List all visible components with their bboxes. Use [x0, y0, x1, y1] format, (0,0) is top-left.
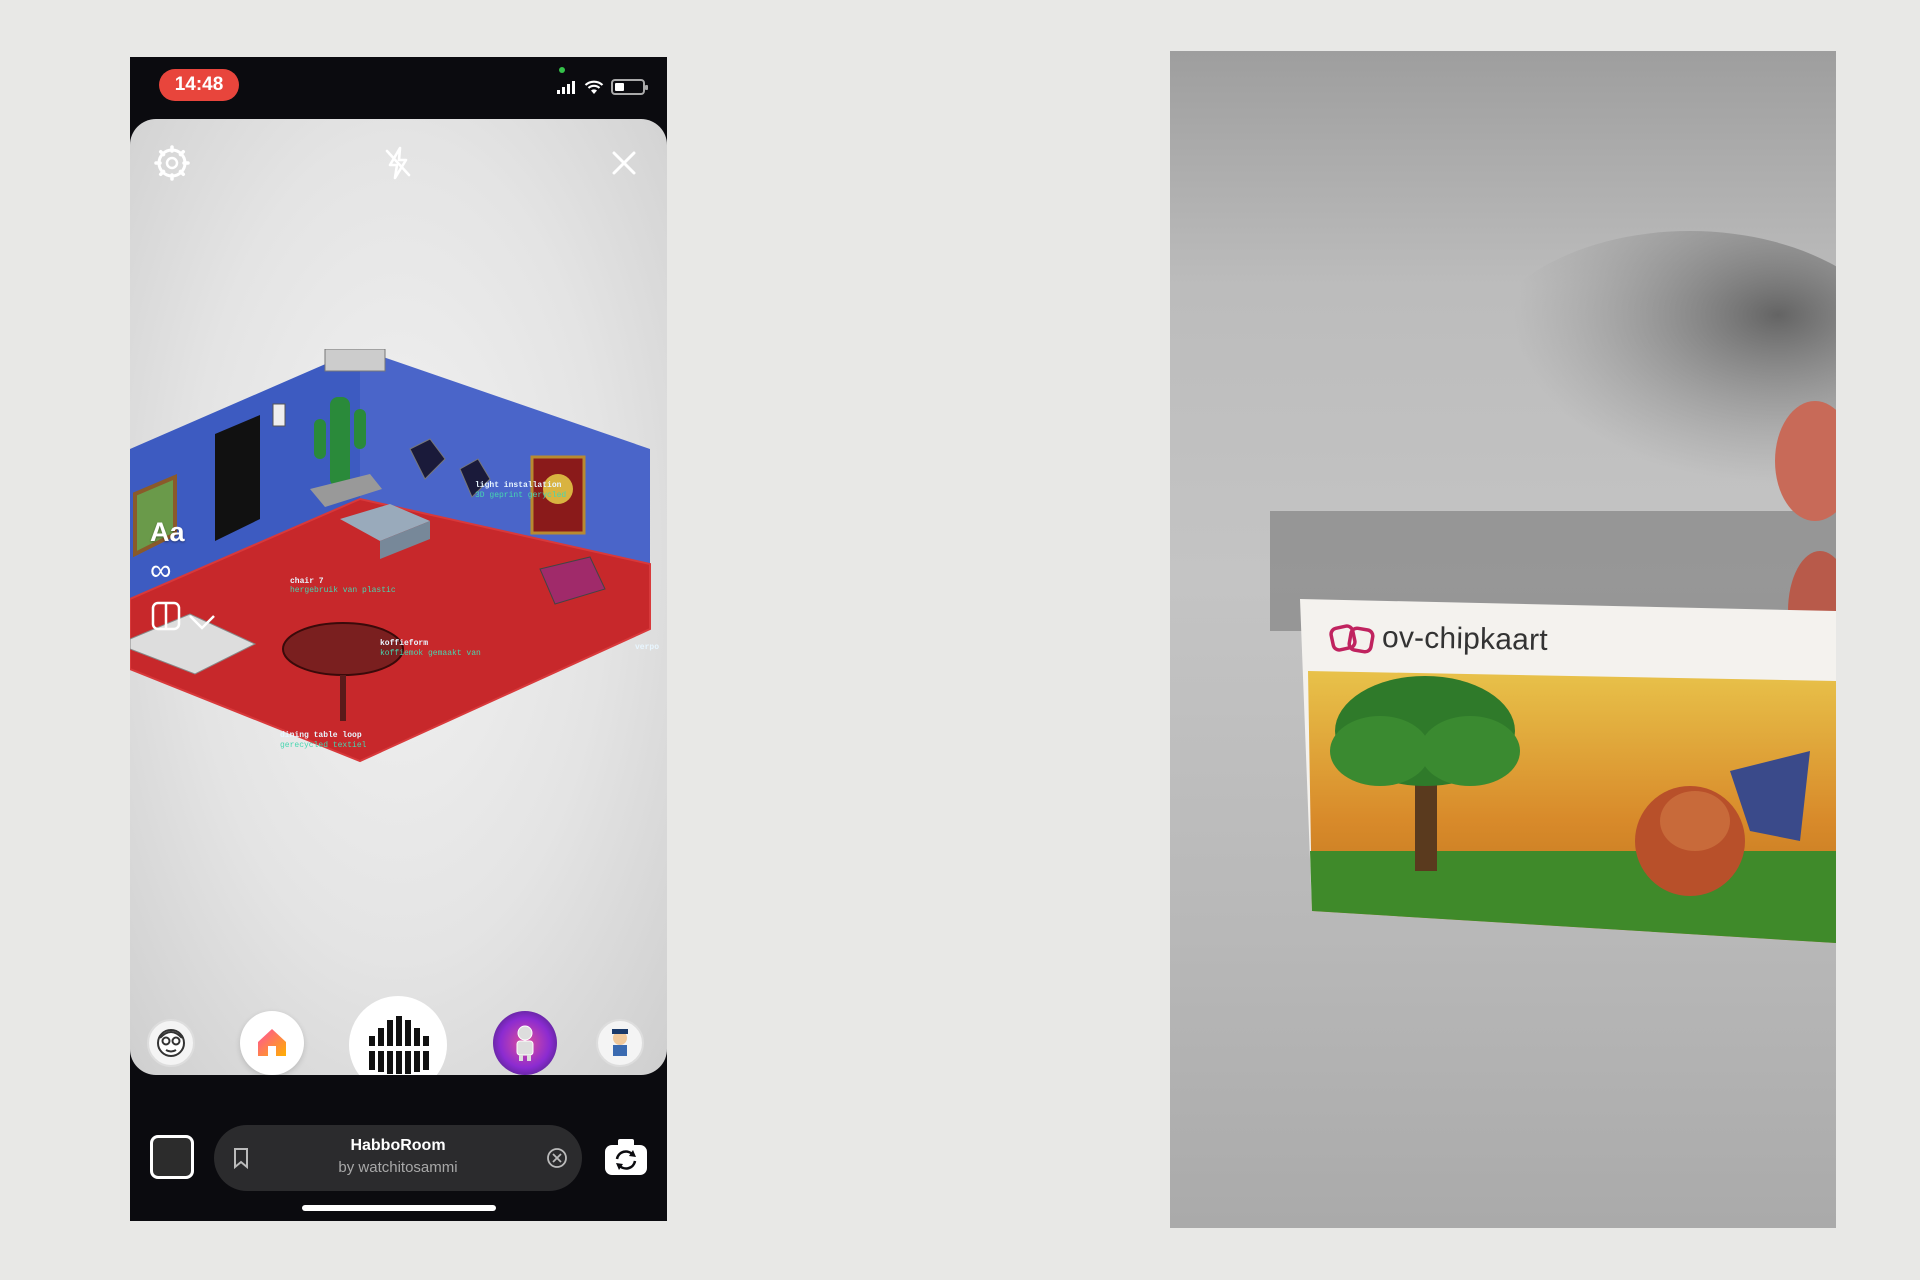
character-lens[interactable]	[596, 1019, 644, 1067]
home-icon	[258, 1029, 286, 1056]
svg-text:chair 7: chair 7	[290, 577, 324, 586]
layout-icon[interactable]	[150, 600, 182, 632]
card-photo: ov-chipkaart	[1170, 51, 1836, 1228]
side-tools: Aa ∞	[150, 517, 218, 637]
capture-button[interactable]	[349, 996, 447, 1075]
home-lens[interactable]	[240, 1011, 304, 1075]
status-bar: 14:48	[130, 57, 667, 119]
clear-icon[interactable]	[546, 1147, 568, 1169]
robot-lens[interactable]	[493, 1011, 557, 1075]
flip-camera-icon[interactable]	[603, 1137, 649, 1177]
svg-text:3D geprint gerycled: 3D geprint gerycled	[475, 491, 566, 500]
face-avatar-lens[interactable]	[147, 1019, 195, 1067]
svg-text:koffieform: koffieform	[380, 639, 428, 648]
boomerang-button[interactable]: ∞	[150, 556, 218, 586]
battery-icon	[611, 79, 648, 95]
face-icon	[157, 1029, 185, 1057]
svg-text:verpo: verpo	[635, 643, 659, 652]
effect-name: HabboRoom	[350, 1137, 446, 1154]
gallery-thumbnail[interactable]	[150, 1135, 194, 1179]
svg-text:koffiemok gemaakt van: koffiemok gemaakt van	[380, 649, 481, 658]
character-icon	[612, 1029, 628, 1056]
settings-icon[interactable]	[152, 143, 192, 183]
svg-text:light installation: light installation	[475, 481, 562, 490]
flash-off-icon[interactable]	[378, 143, 418, 183]
wifi-icon	[584, 80, 604, 94]
svg-text:gerecycled textiel: gerecycled textiel	[280, 741, 367, 750]
ar-camera-view[interactable]: chair 7 koffieform dining table loop lig…	[130, 119, 667, 1075]
effect-info-pill[interactable]: HabboRoom by watchitosammi	[214, 1125, 582, 1191]
effect-author: by watchitosammi	[338, 1159, 458, 1176]
habbo-room-effect-icon	[360, 1007, 436, 1075]
home-indicator	[302, 1205, 496, 1211]
bottom-bar: HabboRoom by watchitosammi	[130, 1107, 667, 1197]
card-label: ov-chipkaart	[1381, 621, 1549, 657]
cellular-signal-icon	[557, 81, 575, 94]
status-icons	[557, 79, 648, 95]
text-tool-button[interactable]: Aa	[150, 517, 218, 548]
status-time: 14:48	[159, 69, 239, 101]
close-icon[interactable]	[604, 143, 644, 183]
screen: 14:48 chair 7 koffieform dining table lo…	[0, 0, 1920, 1280]
svg-text:hergebruik van plastic: hergebruik van plastic	[290, 586, 396, 595]
chevron-down-icon[interactable]	[186, 612, 218, 632]
robot-icon	[516, 1025, 534, 1061]
camera-indicator-dot	[559, 67, 565, 73]
lens-carousel	[130, 996, 667, 1075]
phone-screenshot: 14:48 chair 7 koffieform dining table lo…	[130, 57, 667, 1221]
svg-text:dining table loop: dining table loop	[280, 731, 362, 740]
